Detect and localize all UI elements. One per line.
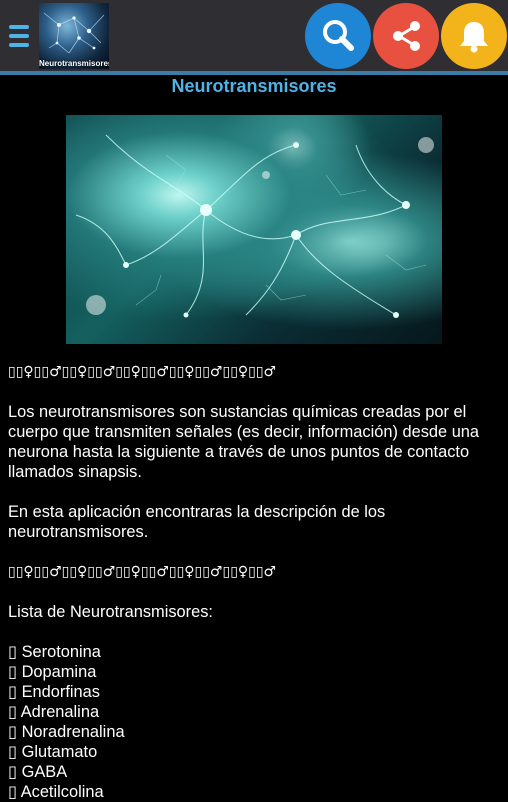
- share-icon: [393, 21, 420, 51]
- list-item-label: Endorfinas: [21, 683, 100, 701]
- bullet-glyph: ▯: [8, 783, 18, 801]
- bullet-glyph: ▯: [8, 703, 18, 721]
- neurotransmitter-list: ▯ Serotonina ▯ Dopamina ▯ Endorfinas ▯ A…: [8, 642, 502, 802]
- article-body: ▯▯♀▯▯♂▯▯♀▯▯♂▯▯♀▯▯♂▯▯♀▯▯♂▯▯♀▯▯♂ Los neuro…: [8, 362, 502, 802]
- app-toolbar: Neurotransmisores: [0, 0, 508, 72]
- share-button[interactable]: [373, 3, 439, 69]
- list-item: ▯ Dopamina: [8, 662, 502, 682]
- neuron-illustration-icon: [75, 134, 434, 318]
- list-item-label: GABA: [21, 763, 68, 781]
- list-item: ▯ Glutamato: [8, 742, 502, 762]
- decorative-symbols: ▯▯♀▯▯♂▯▯♀▯▯♂▯▯♀▯▯♂▯▯♀▯▯♂▯▯♀▯▯♂: [8, 364, 277, 380]
- bullet-glyph: ▯: [8, 723, 18, 741]
- list-item-label: Serotonina: [21, 643, 101, 661]
- decorative-symbols: ▯▯♀▯▯♂▯▯♀▯▯♂▯▯♀▯▯♂▯▯♀▯▯♂▯▯♀▯▯♂: [8, 564, 277, 580]
- logo-label: Neurotransmisores: [39, 59, 109, 68]
- bullet-glyph: ▯: [8, 663, 18, 681]
- notifications-button[interactable]: [441, 3, 507, 69]
- list-item: ▯ Noradrenalina: [8, 722, 502, 742]
- list-item-label: Glutamato: [21, 743, 98, 761]
- neurons-hero-image: [66, 115, 442, 344]
- app-paragraph: En esta aplicación encontraras la descri…: [8, 503, 386, 541]
- list-item-label: Adrenalina: [20, 703, 100, 721]
- toolbar-divider: [0, 71, 508, 75]
- list-item: ▯ Serotonina: [8, 642, 502, 662]
- bullet-glyph: ▯: [8, 763, 18, 781]
- menu-icon[interactable]: [9, 25, 29, 47]
- list-item: ▯ GABA: [8, 762, 502, 782]
- list-item: ▯ Adrenalina: [8, 702, 502, 722]
- list-heading: Lista de Neurotransmisores:: [8, 603, 213, 621]
- page-title: Neurotransmisores: [171, 76, 337, 96]
- list-item: ▯ Acetilcolina: [8, 782, 502, 802]
- bell-icon: [460, 22, 488, 53]
- search-icon: [323, 20, 354, 51]
- bullet-glyph: ▯: [8, 643, 18, 661]
- bullet-glyph: ▯: [8, 683, 18, 701]
- search-button[interactable]: [305, 3, 371, 69]
- app-logo: Neurotransmisores: [39, 3, 109, 69]
- list-item: ▯ Endorfinas: [8, 682, 502, 702]
- intro-paragraph: Los neurotransmisores son sustancias quí…: [8, 403, 480, 481]
- list-item-label: Acetilcolina: [20, 783, 104, 801]
- bullet-glyph: ▯: [8, 743, 18, 761]
- list-item-label: Dopamina: [21, 663, 97, 681]
- list-item-label: Noradrenalina: [21, 723, 125, 741]
